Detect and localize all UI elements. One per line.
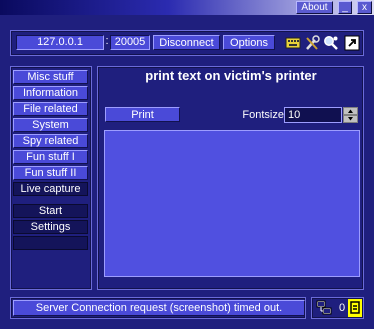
sidebar-action-item[interactable] <box>13 236 88 250</box>
shortcut-icon[interactable] <box>344 35 360 51</box>
port-field[interactable]: 20005 <box>110 35 150 50</box>
fontsize-down-button[interactable] <box>343 115 358 123</box>
fontsize-up-button[interactable] <box>343 107 358 115</box>
tools-icon[interactable] <box>304 35 320 51</box>
arrow-down-icon <box>348 117 353 121</box>
options-button[interactable]: Options <box>223 35 275 50</box>
close-button[interactable]: x <box>357 1 372 14</box>
sidebar-item[interactable]: System <box>13 118 88 132</box>
minimize-button[interactable]: _ <box>338 1 352 14</box>
print-button[interactable]: Print <box>105 107 180 122</box>
sidebar-item[interactable]: File related <box>13 102 88 116</box>
highlight-icon <box>348 299 362 317</box>
sidebar-action-item[interactable]: Start <box>13 204 88 218</box>
print-text-area[interactable] <box>104 130 360 277</box>
sidebar-item[interactable]: Fun stuff I <box>13 150 88 164</box>
sidebar-item[interactable]: Live capture <box>13 182 88 196</box>
status-message: Server Connection request (screenshot) t… <box>13 300 305 316</box>
sidebar-item[interactable]: Fun stuff II <box>13 166 88 180</box>
keyboard-icon[interactable] <box>285 35 301 51</box>
connection-count: 0 <box>339 302 346 314</box>
ip-address-field[interactable]: 127.0.0.1 <box>16 35 104 50</box>
about-button[interactable]: About <box>296 1 333 14</box>
sidebar-item[interactable]: Information <box>13 86 88 100</box>
page-title: print text on victim's printer <box>145 68 317 83</box>
disconnect-button[interactable]: Disconnect <box>153 35 220 50</box>
network-computers-icon <box>316 300 332 316</box>
fontsize-input[interactable]: 10 <box>284 107 342 123</box>
search-user-icon[interactable] <box>323 35 339 51</box>
sidebar-item[interactable]: Spy related <box>13 134 88 148</box>
sidebar-item[interactable]: Misc stuff <box>13 70 88 84</box>
sidebar-action-item[interactable]: Settings <box>13 220 88 234</box>
fontsize-label: Fontsize <box>242 109 284 121</box>
arrow-up-icon <box>348 109 353 113</box>
